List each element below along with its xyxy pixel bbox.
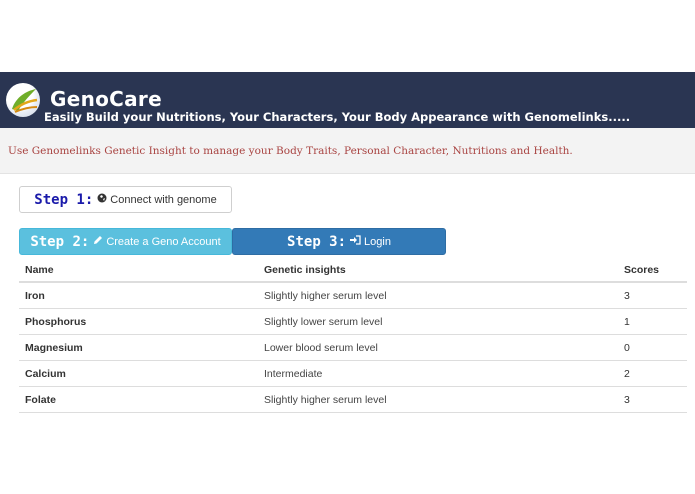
row-name: Folate — [19, 386, 258, 413]
genetic-insights-table: Name Genetic insights Scores Iron Slight… — [19, 258, 687, 413]
login-icon — [350, 235, 361, 248]
step-1-number: Step 1: — [34, 191, 94, 208]
step-3-label: Login — [364, 235, 391, 248]
row-name: Magnesium — [19, 334, 258, 361]
genocare-logo-icon[interactable] — [6, 83, 40, 117]
info-notice: Use Genomelinks Genetic Insight to manag… — [0, 128, 695, 174]
step-2-create-account-button[interactable]: Step 2: Create a Geno Account — [19, 228, 232, 255]
column-header-scores: Scores — [618, 258, 687, 283]
notice-text: Use Genomelinks Genetic Insight to manag… — [8, 145, 573, 157]
step-3-number: Step 3: — [287, 233, 347, 250]
table-row: Calcium Intermediate 2 — [19, 360, 687, 387]
step-1-connect-genome-button[interactable]: Step 1: Connect with genome — [19, 186, 232, 213]
row-insight: Intermediate — [258, 360, 618, 387]
column-header-name: Name — [19, 258, 258, 283]
brand-tagline: Easily Build your Nutritions, Your Chara… — [44, 110, 631, 124]
brand-name[interactable]: GenoCare — [50, 87, 162, 111]
row-insight: Slightly lower serum level — [258, 308, 618, 335]
step-2-number: Step 2: — [30, 233, 90, 250]
row-score: 3 — [618, 386, 687, 413]
globe-icon — [97, 193, 107, 206]
row-score: 2 — [618, 360, 687, 387]
row-insight: Slightly higher serum level — [258, 282, 618, 309]
table-row: Iron Slightly higher serum level 3 — [19, 282, 687, 309]
row-name: Calcium — [19, 360, 258, 387]
row-score: 3 — [618, 282, 687, 309]
table-header-row: Name Genetic insights Scores — [19, 258, 687, 283]
table-row: Phosphorus Slightly lower serum level 1 — [19, 308, 687, 335]
row-score: 1 — [618, 308, 687, 335]
step-2-label: Create a Geno Account — [106, 235, 221, 248]
table-row: Folate Slightly higher serum level 3 — [19, 386, 687, 413]
pencil-icon — [93, 235, 103, 248]
table-row: Magnesium Lower blood serum level 0 — [19, 334, 687, 361]
step-3-login-button[interactable]: Step 3: Login — [232, 228, 446, 255]
row-score: 0 — [618, 334, 687, 361]
row-insight: Lower blood serum level — [258, 334, 618, 361]
site-header: GenoCare Easily Build your Nutritions, Y… — [0, 72, 695, 129]
row-name: Phosphorus — [19, 308, 258, 335]
column-header-insights: Genetic insights — [258, 258, 618, 283]
step-1-label: Connect with genome — [110, 193, 217, 206]
row-insight: Slightly higher serum level — [258, 386, 618, 413]
row-name: Iron — [19, 282, 258, 309]
